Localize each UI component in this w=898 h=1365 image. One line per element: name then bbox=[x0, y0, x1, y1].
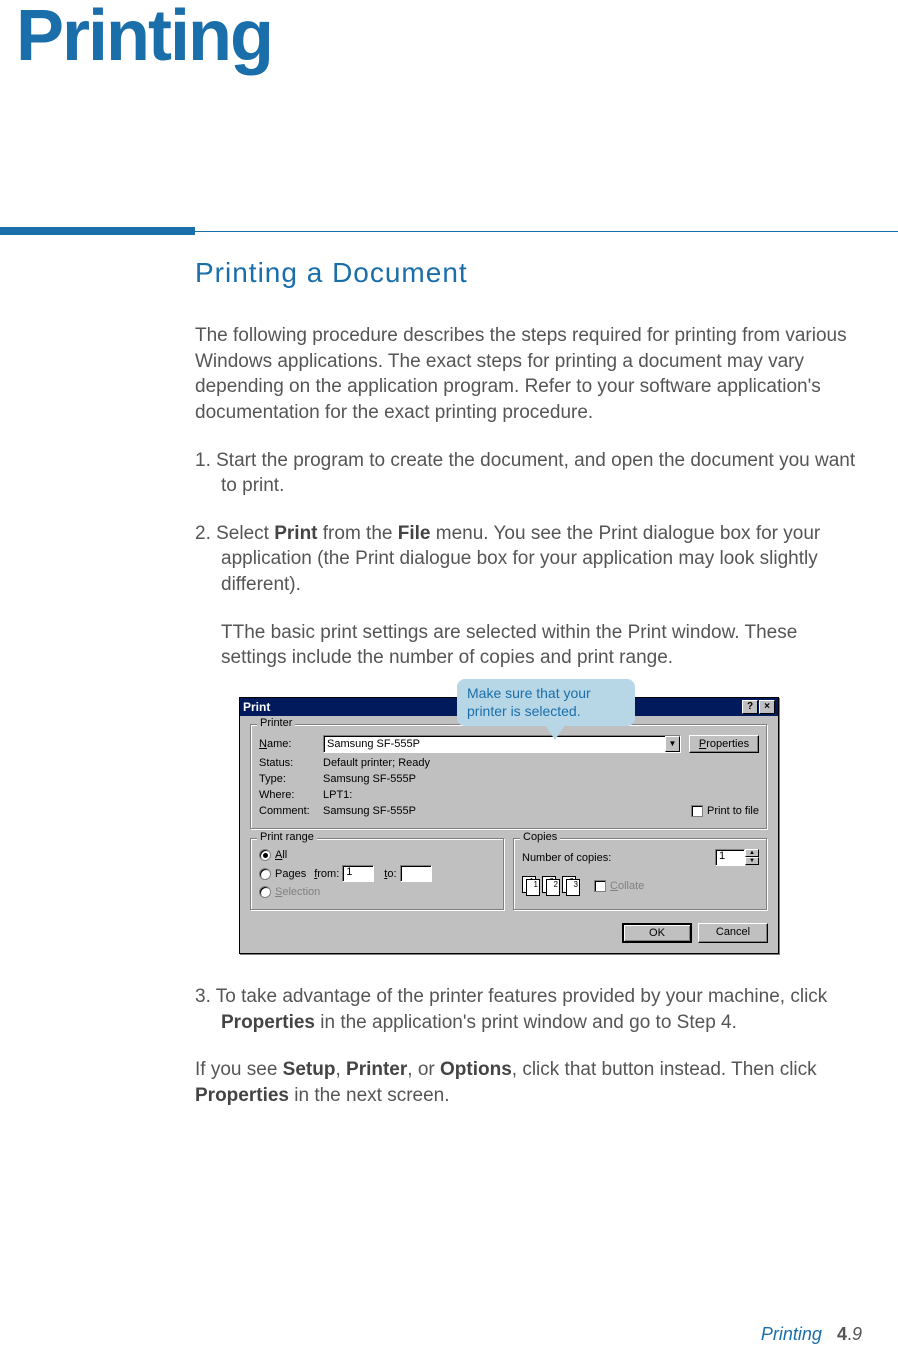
where-value: LPT1: bbox=[323, 789, 352, 801]
comment-value: Samsung SF-555P bbox=[323, 805, 416, 817]
copies-input[interactable]: 1 bbox=[715, 849, 745, 866]
range-selection-label: Selection bbox=[275, 886, 320, 898]
range-all-radio[interactable] bbox=[259, 849, 271, 861]
range-pages-radio[interactable] bbox=[259, 868, 271, 880]
ok-button[interactable]: OK bbox=[622, 923, 692, 943]
range-pages-label: Pages bbox=[275, 868, 306, 880]
collate-icon: 11 22 33 bbox=[522, 876, 580, 896]
step-1: 1. Start the program to create the docum… bbox=[195, 448, 866, 499]
to-label: to: bbox=[384, 868, 396, 880]
print-to-file-checkbox[interactable] bbox=[691, 805, 703, 817]
step-alt: If you see Setup, Printer, or Options, c… bbox=[195, 1057, 866, 1108]
dialog-title: Print bbox=[243, 700, 270, 714]
printer-group-label: Printer bbox=[257, 717, 295, 729]
collate-label: Collate bbox=[610, 880, 644, 892]
printer-name-value: Samsung SF-555P bbox=[327, 738, 420, 750]
status-value: Default printer; Ready bbox=[323, 757, 430, 769]
spin-up-icon[interactable]: ▲ bbox=[745, 849, 759, 857]
callout-bubble: Make sure that your printer is selected. bbox=[457, 679, 635, 726]
range-all-label: All bbox=[275, 849, 287, 861]
page-footer: Printing 4.9 bbox=[761, 1324, 862, 1345]
chevron-down-icon[interactable]: ▼ bbox=[665, 736, 680, 752]
printer-name-combo[interactable]: Samsung SF-555P ▼ bbox=[323, 735, 681, 753]
close-button[interactable]: × bbox=[759, 700, 775, 714]
chapter-title: Printing bbox=[0, 0, 898, 72]
properties-button[interactable]: Properties bbox=[689, 735, 759, 753]
to-input[interactable] bbox=[400, 865, 432, 882]
status-label: Status: bbox=[259, 757, 323, 769]
comment-label: Comment: bbox=[259, 805, 323, 817]
name-label: Name: bbox=[259, 738, 323, 750]
step-2-sub: TThe basic print settings are selected w… bbox=[195, 620, 866, 671]
divider bbox=[0, 227, 898, 235]
cancel-button[interactable]: Cancel bbox=[698, 923, 768, 943]
where-label: Where: bbox=[259, 789, 323, 801]
collate-checkbox[interactable] bbox=[594, 880, 606, 892]
print-to-file-label: Print to file bbox=[707, 805, 759, 817]
from-label: from: bbox=[314, 868, 339, 880]
help-button[interactable]: ? bbox=[742, 700, 758, 714]
type-label: Type: bbox=[259, 773, 323, 785]
copies-groupbox: Copies Number of copies: 1 ▲ ▼ bbox=[513, 838, 768, 911]
section-title: Printing a Document bbox=[195, 257, 866, 289]
from-input[interactable]: 1 bbox=[342, 865, 374, 882]
range-selection-radio[interactable] bbox=[259, 886, 271, 898]
range-group-label: Print range bbox=[257, 831, 317, 843]
copies-group-label: Copies bbox=[520, 831, 560, 843]
printer-groupbox: Printer Name: Samsung SF-555P ▼ Properti… bbox=[250, 724, 768, 830]
print-dialog: Print ? × Printer Name: Samsung SF-555P … bbox=[239, 697, 779, 954]
intro-text: The following procedure describes the st… bbox=[195, 323, 866, 426]
step-3: 3. To take advantage of the printer feat… bbox=[195, 984, 866, 1035]
copies-label: Number of copies: bbox=[522, 852, 611, 864]
print-range-groupbox: Print range All Pages from: 1 bbox=[250, 838, 505, 911]
step-2: 2. Select Print from the File menu. You … bbox=[195, 521, 866, 598]
type-value: Samsung SF-555P bbox=[323, 773, 416, 785]
spin-down-icon[interactable]: ▼ bbox=[745, 857, 759, 865]
